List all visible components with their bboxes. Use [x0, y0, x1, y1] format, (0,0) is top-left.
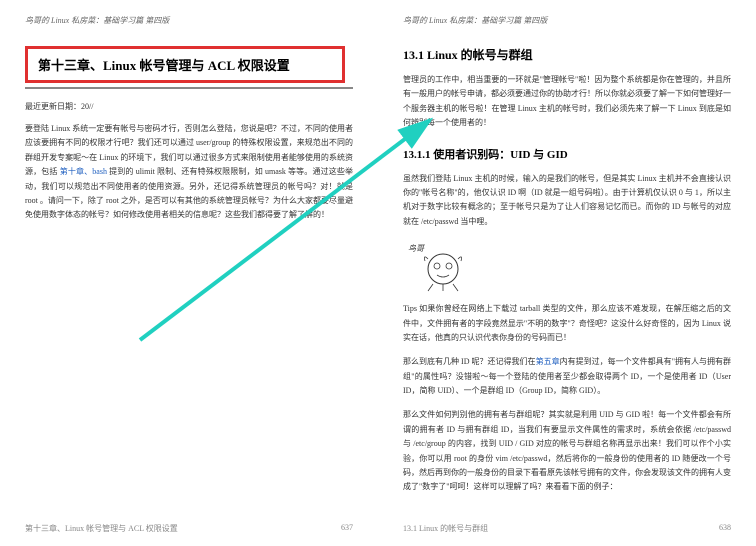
chapter-underline — [25, 87, 353, 89]
header-left: 鸟哥的 Linux 私房菜：基础学习篇 第四版 — [25, 15, 353, 26]
page-left: 鸟哥的 Linux 私房菜：基础学习篇 第四版 第十三章、Linux 帐号管理与… — [0, 0, 378, 546]
svg-text:鸟哥: 鸟哥 — [408, 244, 425, 253]
tips-text: Tips 如果你曾经在网络上下载过 tarball 类型的文件，那么应该不难发现… — [403, 302, 731, 345]
chapter-title-box: 第十三章、Linux 帐号管理与 ACL 权限设置 — [25, 46, 345, 83]
footer-left-text: 第十三章、Linux 帐号管理与 ACL 权限设置 — [25, 523, 178, 534]
subsection-title: 13.1.1 使用者识别码：UID 与 GID — [403, 146, 731, 162]
chapter-title: 第十三章、Linux 帐号管理与 ACL 权限设置 — [38, 55, 332, 74]
link-chapter10[interactable]: 第十章、bash — [60, 167, 107, 176]
sub-body-1: 虽然我们登陆 Linux 主机的时候，输入的是我们的帐号，但是其实 Linux … — [403, 172, 731, 230]
footer-right-pagenum: 638 — [719, 523, 731, 534]
footer-left-pagenum: 637 — [341, 523, 353, 534]
update-date: 最近更新日期：20// — [25, 101, 353, 112]
body-3: 那么文件如何判别他的拥有者与群组呢？其实就是利用 UID 与 GID 啦！每一个… — [403, 408, 731, 494]
link-chapter5[interactable]: 第五章 — [536, 357, 560, 366]
body-2: 那么到底有几种 ID 呢？还记得我们在第五章内有提到过，每一个文件都具有"拥有人… — [403, 355, 731, 398]
vbird-illustration: 鸟哥 — [403, 239, 483, 294]
section-title: 13.1 Linux 的帐号与群组 — [403, 46, 731, 63]
header-right: 鸟哥的 Linux 私房菜：基础学习篇 第四版 — [403, 15, 731, 26]
page-right: 鸟哥的 Linux 私房菜：基础学习篇 第四版 13.1 Linux 的帐号与群… — [378, 0, 756, 546]
left-body: 要登陆 Linux 系统一定要有帐号与密码才行，否则怎么登陆，您说是吧？不过，不… — [25, 122, 353, 223]
footer-left: 第十三章、Linux 帐号管理与 ACL 权限设置 637 — [25, 523, 353, 534]
footer-right: 13.1 Linux 的帐号与群组 638 — [403, 523, 731, 534]
footer-right-text: 13.1 Linux 的帐号与群组 — [403, 523, 488, 534]
section-body: 管理员的工作中，相当重要的一环就是"管理帐号"啦！因为整个系统都是你在管理的，并… — [403, 73, 731, 131]
